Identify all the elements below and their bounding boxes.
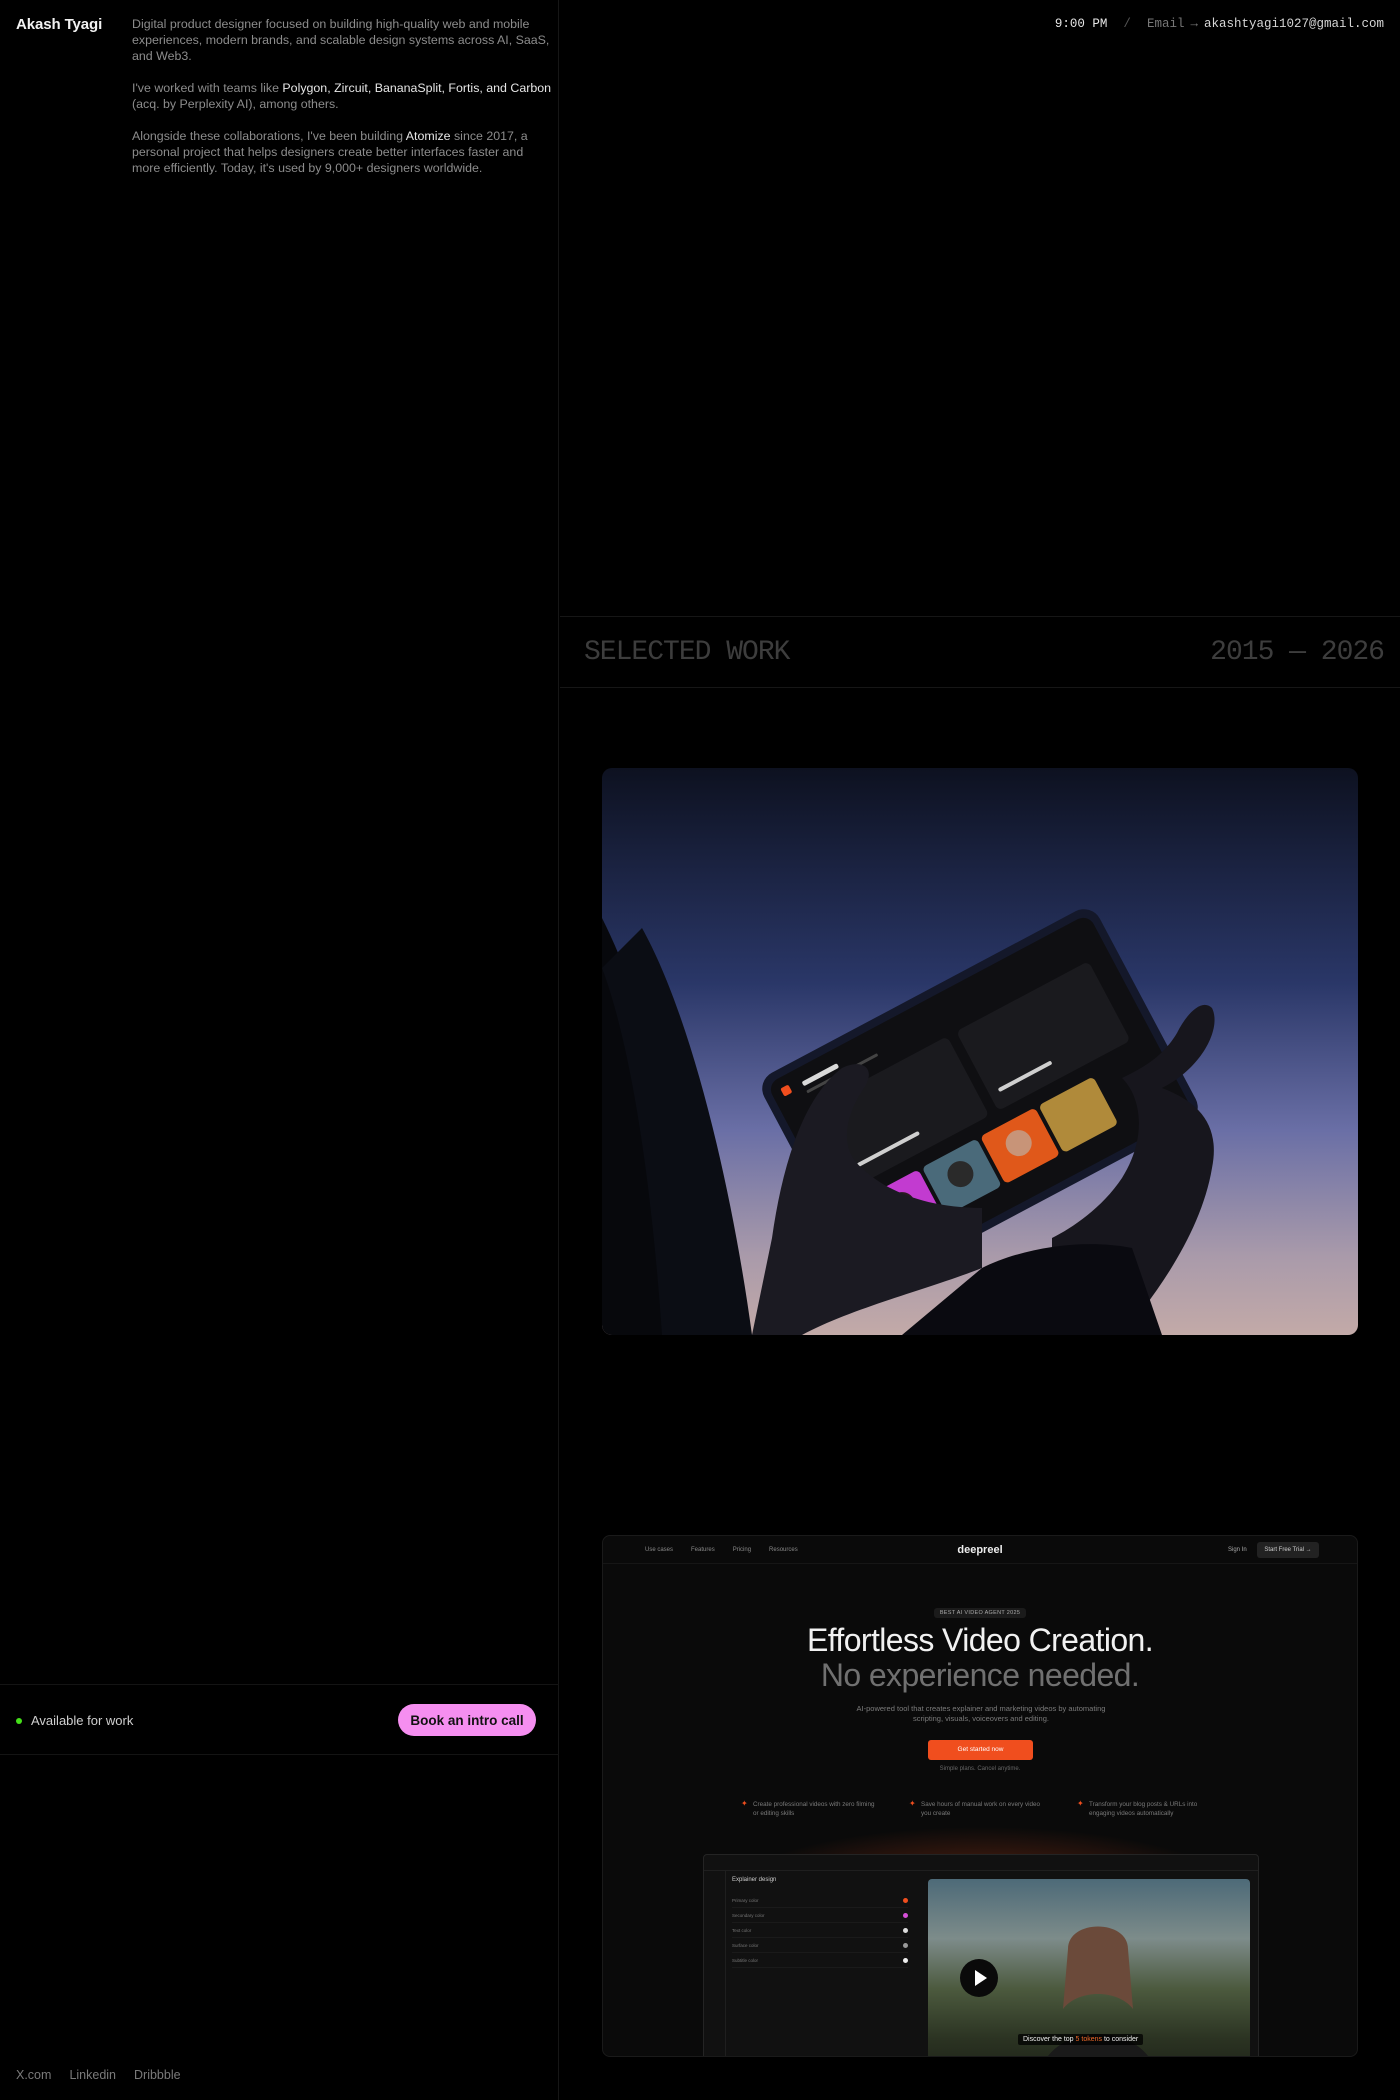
social-link-linkedin[interactable]: Linkedin — [69, 2068, 116, 2082]
status-dot-icon — [16, 1717, 22, 1724]
award-badge: BEST AI VIDEO AGENT 2025 — [603, 1601, 1357, 1619]
email-link[interactable]: akashtyagi1027@gmail.com — [1204, 17, 1384, 31]
section-title: SELECTED WORK — [584, 637, 790, 668]
social-links: X.com Linkedin Dribbble — [16, 2068, 181, 2082]
award-badge-text: BEST AI VIDEO AGENT 2025 — [933, 1608, 1027, 1618]
bio-text: I've worked with teams like — [132, 81, 283, 95]
feature-list: Create professional videos with zero fil… — [741, 1799, 1217, 1818]
bio-paragraph-2: I've worked with teams like Polygon, Zir… — [132, 80, 552, 112]
panel-row-label: Text color — [732, 1928, 752, 1933]
tablet-illustration — [602, 909, 1215, 1335]
feature-item: Transform your blog posts & URLs into en… — [1077, 1799, 1217, 1818]
social-link-x[interactable]: X.com — [16, 2068, 51, 2082]
app-sidebar — [704, 1871, 726, 2056]
pricing-note: Simple plans. Cancel anytime. — [939, 1766, 1021, 1772]
get-started-button[interactable]: Get started now — [928, 1740, 1033, 1760]
panel-row: Primary color — [732, 1893, 908, 1908]
panel-row-label: Subtitle color — [732, 1958, 759, 1963]
top-bar: 9:00 PM / Email → akashtyagi1027@gmail.c… — [1055, 17, 1384, 31]
color-swatch[interactable] — [903, 1928, 908, 1933]
hero-subheadline: No experience needed. — [820, 1657, 1140, 1693]
bio-text: Alongside these collaborations, I've bee… — [132, 129, 406, 143]
section-years: 2015 — 2026 — [1210, 637, 1385, 668]
panel-row: Subtitle color — [732, 1953, 908, 1968]
color-swatch[interactable] — [903, 1958, 908, 1963]
color-swatch[interactable] — [903, 1943, 908, 1948]
availability-label: Available for work — [31, 1713, 134, 1728]
separator: / — [1123, 17, 1131, 31]
local-time: 9:00 PM — [1054, 17, 1108, 31]
design-panel: Explainer design Primary color Secondary… — [732, 1877, 908, 1968]
feature-item: Create professional videos with zero fil… — [741, 1799, 881, 1818]
selected-work-header: SELECTED WORK 2015 — 2026 — [560, 616, 1400, 688]
availability-bar: Available for work Book an intro call — [0, 1684, 559, 1755]
deepreel-nav: Use cases Features Pricing Resources dee… — [603, 1536, 1357, 1564]
bio: Digital product designer focused on buil… — [132, 16, 552, 192]
panel-row-label: Surface color — [732, 1943, 759, 1948]
video-preview[interactable]: Discover the top 5 tokens to consider — [928, 1879, 1250, 2056]
start-trial-button[interactable]: Start Free Trial → — [1257, 1542, 1319, 1558]
book-intro-call-button[interactable]: Book an intro call — [398, 1704, 536, 1736]
bio-text: (acq. by Perplexity AI), among others. — [132, 97, 339, 111]
left-column: Akash Tyagi Digital product designer foc… — [0, 0, 559, 2100]
panel-row-label: Primary color — [732, 1898, 759, 1903]
app-preview: Explainer design Primary color Secondary… — [703, 1854, 1259, 2056]
app-topbar — [704, 1855, 1258, 1871]
panel-row-label: Secondary color — [732, 1913, 765, 1918]
caption-text: Discover the top — [1023, 2036, 1076, 2043]
availability-status: Available for work — [16, 1713, 133, 1728]
play-icon[interactable] — [960, 1959, 998, 1997]
arrow-right-icon: → — [1190, 17, 1198, 31]
teams-highlight: Polygon, Zircuit, BananaSplit, Fortis, a… — [282, 81, 552, 95]
color-swatch[interactable] — [903, 1898, 908, 1903]
hero-headline: Effortless Video Creation. — [806, 1622, 1154, 1658]
caption-highlight: 5 tokens — [1075, 2036, 1102, 2043]
panel-row: Text color — [732, 1923, 908, 1938]
bio-paragraph-1: Digital product designer focused on buil… — [132, 17, 550, 63]
panel-title: Explainer design — [732, 1877, 777, 1883]
color-swatch[interactable] — [903, 1913, 908, 1918]
bio-paragraph-3: Alongside these collaborations, I've bee… — [132, 128, 552, 176]
feature-item: Save hours of manual work on every video… — [909, 1799, 1049, 1818]
project-card-tablet[interactable] — [602, 768, 1358, 1335]
panel-row: Surface color — [732, 1938, 908, 1953]
project-card-deepreel[interactable]: Use cases Features Pricing Resources dee… — [602, 1535, 1358, 2057]
social-link-dribbble[interactable]: Dribbble — [134, 2068, 181, 2082]
caption-text: to consider — [1102, 2036, 1139, 2043]
atomize-link[interactable]: Atomize — [406, 129, 451, 143]
email-label: Email — [1146, 17, 1185, 31]
video-caption: Discover the top 5 tokens to consider — [1018, 2034, 1144, 2045]
sign-in-link[interactable]: Sign In — [1228, 1547, 1247, 1553]
profile-name[interactable]: Akash Tyagi — [16, 16, 102, 33]
hero-description: AI-powered tool that creates explainer a… — [856, 1704, 1106, 1723]
panel-row: Secondary color — [732, 1908, 908, 1923]
